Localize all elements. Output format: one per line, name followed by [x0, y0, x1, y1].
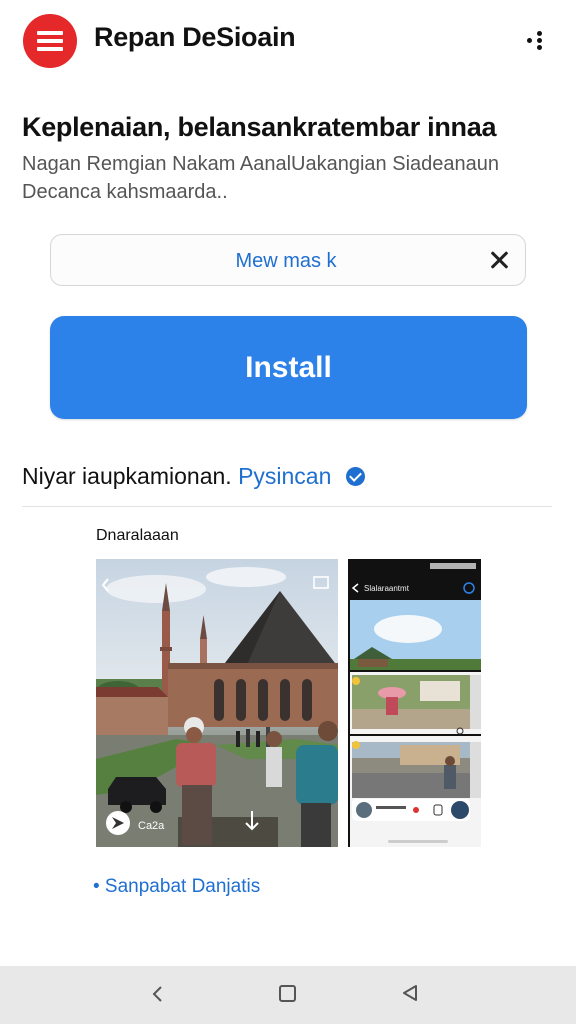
nav-recents-icon[interactable]: [400, 983, 420, 1003]
phone-screen: Slalaraantmt: [348, 559, 481, 847]
screenshot-phone[interactable]: Slalaraantmt: [348, 559, 481, 847]
app-header: Repan DeSioain: [0, 0, 576, 82]
app-headline: Keplenaian, belansankratembar innaa: [22, 112, 497, 142]
screenshot-main[interactable]: Ca2a: [96, 559, 338, 847]
nav-back-icon[interactable]: [148, 984, 168, 1004]
developer-link[interactable]: Pysincan: [238, 463, 331, 489]
mosque-photo: Ca2a: [96, 559, 338, 847]
developer-prefix: Niyar iaupkamionan.: [22, 463, 232, 489]
option-label: Mew mas k: [235, 250, 337, 272]
more-options-button[interactable]: [522, 27, 552, 57]
developer-row: Niyar iaupkamionan. Pysincan: [22, 463, 365, 490]
nav-home-icon[interactable]: [279, 985, 296, 1002]
close-icon[interactable]: [487, 248, 511, 272]
install-button[interactable]: Install: [50, 316, 527, 419]
phone-title: Slalaraantmt: [364, 584, 410, 593]
main-caption: Ca2a: [138, 820, 165, 832]
app-logo[interactable]: [23, 14, 77, 68]
developer-info-link[interactable]: • Sanpabat Danjatis: [93, 876, 260, 898]
divider: [22, 506, 552, 507]
screenshots-section-label: Dnaralaaan: [96, 527, 179, 544]
app-title: Repan DeSioain: [94, 22, 296, 52]
app-description: Nagan Remgian Nakam AanalUakangian Siade…: [22, 153, 499, 203]
verified-check-icon: [345, 467, 365, 486]
option-field[interactable]: Mew mas k: [50, 234, 526, 286]
